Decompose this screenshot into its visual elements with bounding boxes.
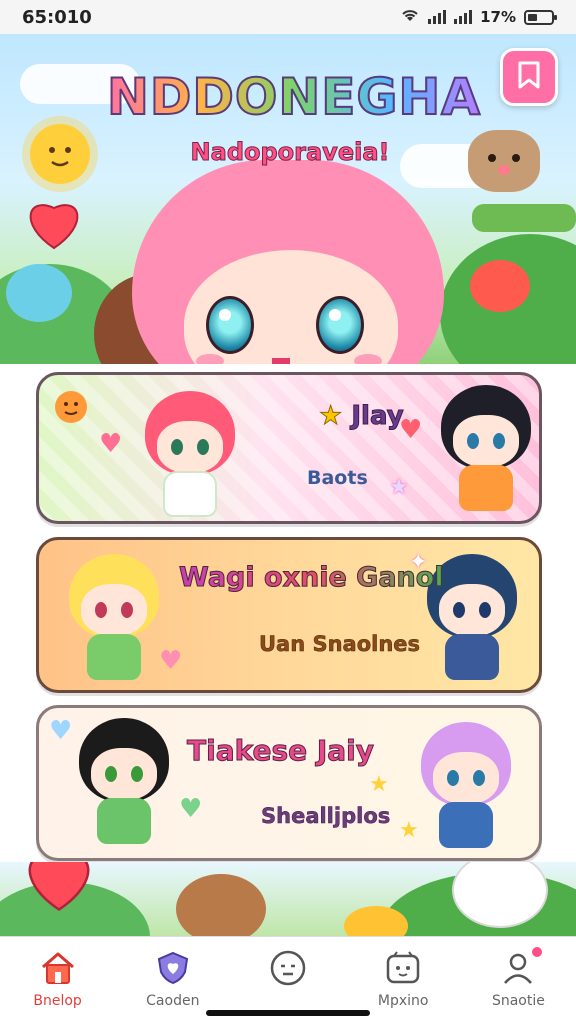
tab-label: Caoden [146, 993, 200, 1009]
pink-haired-chibi [135, 391, 245, 521]
status-indicators: 17% [400, 7, 557, 27]
star-icon: ★ [318, 401, 343, 432]
card-1-subtitle: Baots [307, 467, 368, 489]
sun-icon [30, 124, 90, 184]
app-title: NDDONEGHA [104, 67, 484, 127]
card-1-title: ★ Jlay [318, 401, 404, 432]
tab-label: Snaotie [491, 993, 545, 1009]
game-card-2[interactable]: ♥ ✦ Wagi oxnie Ganol Uan Snaolnes [36, 537, 542, 693]
heart-icon: ♥ [179, 794, 203, 824]
heart-icon [20, 862, 98, 916]
signal-icon [428, 10, 447, 24]
cat-character-icon [468, 130, 540, 192]
dark-haired-chibi [69, 718, 179, 848]
black-haired-chibi [431, 385, 539, 515]
notification-badge [532, 947, 543, 957]
card-3-title: Tiakese Jaiy [186, 734, 375, 768]
brown-creature-icon [176, 874, 266, 936]
signal-icon-2 [454, 10, 473, 24]
hero-banner: NDDONEGHA Nadoporaveia! [0, 34, 576, 364]
bookmark-button[interactable] [500, 48, 558, 106]
tab-profile[interactable]: Snaotie [461, 937, 576, 1024]
game-card-1[interactable]: ♥ ♥ ★ ★ Jlay Baots [36, 372, 542, 524]
bottom-scene [0, 862, 576, 936]
star-icon: ★ [369, 772, 389, 797]
character-left-eye [206, 296, 254, 354]
flower-sticker-icon [51, 387, 91, 431]
shield-heart-icon [153, 949, 193, 987]
battery-percent: 17% [480, 8, 516, 26]
blue-creature-icon [6, 264, 72, 322]
blush-decoration [196, 354, 224, 364]
lavender-haired-chibi [411, 722, 521, 852]
tab-home[interactable]: Bnelop [0, 937, 115, 1024]
character-mouth [272, 358, 290, 364]
home-indicator[interactable] [206, 1010, 370, 1016]
card-2-subtitle: Uan Snaolnes [259, 632, 421, 657]
blush-decoration [354, 354, 382, 364]
tab-label: Mpxino [377, 993, 429, 1009]
status-bar: 65:010 17% [0, 0, 576, 34]
bookmark-icon [515, 60, 543, 94]
game-icon [383, 949, 423, 987]
sparkle-icon: ★ [389, 475, 409, 500]
game-card-3[interactable]: ♥ ♥ ★ ★ Tiakese Jaiy Shealljplos [36, 705, 542, 861]
heart-icon: ♥ [99, 429, 123, 459]
heart-icon [24, 194, 84, 254]
status-time: 65:010 [22, 6, 92, 28]
battery-icon [524, 9, 557, 25]
app-subtitle: Nadoporaveia! [190, 138, 390, 167]
home-icon [38, 949, 78, 987]
flower-icon [470, 260, 530, 312]
grass-ledge [472, 204, 576, 232]
face-icon [268, 949, 308, 987]
card-3-subtitle: Shealljplos [261, 804, 391, 829]
blonde-chibi [59, 554, 169, 684]
wifi-icon [400, 7, 420, 27]
tab-label: Bnelop [33, 993, 82, 1009]
card-2-title: Wagi oxnie Ganol [179, 562, 445, 594]
character-right-eye [316, 296, 364, 354]
